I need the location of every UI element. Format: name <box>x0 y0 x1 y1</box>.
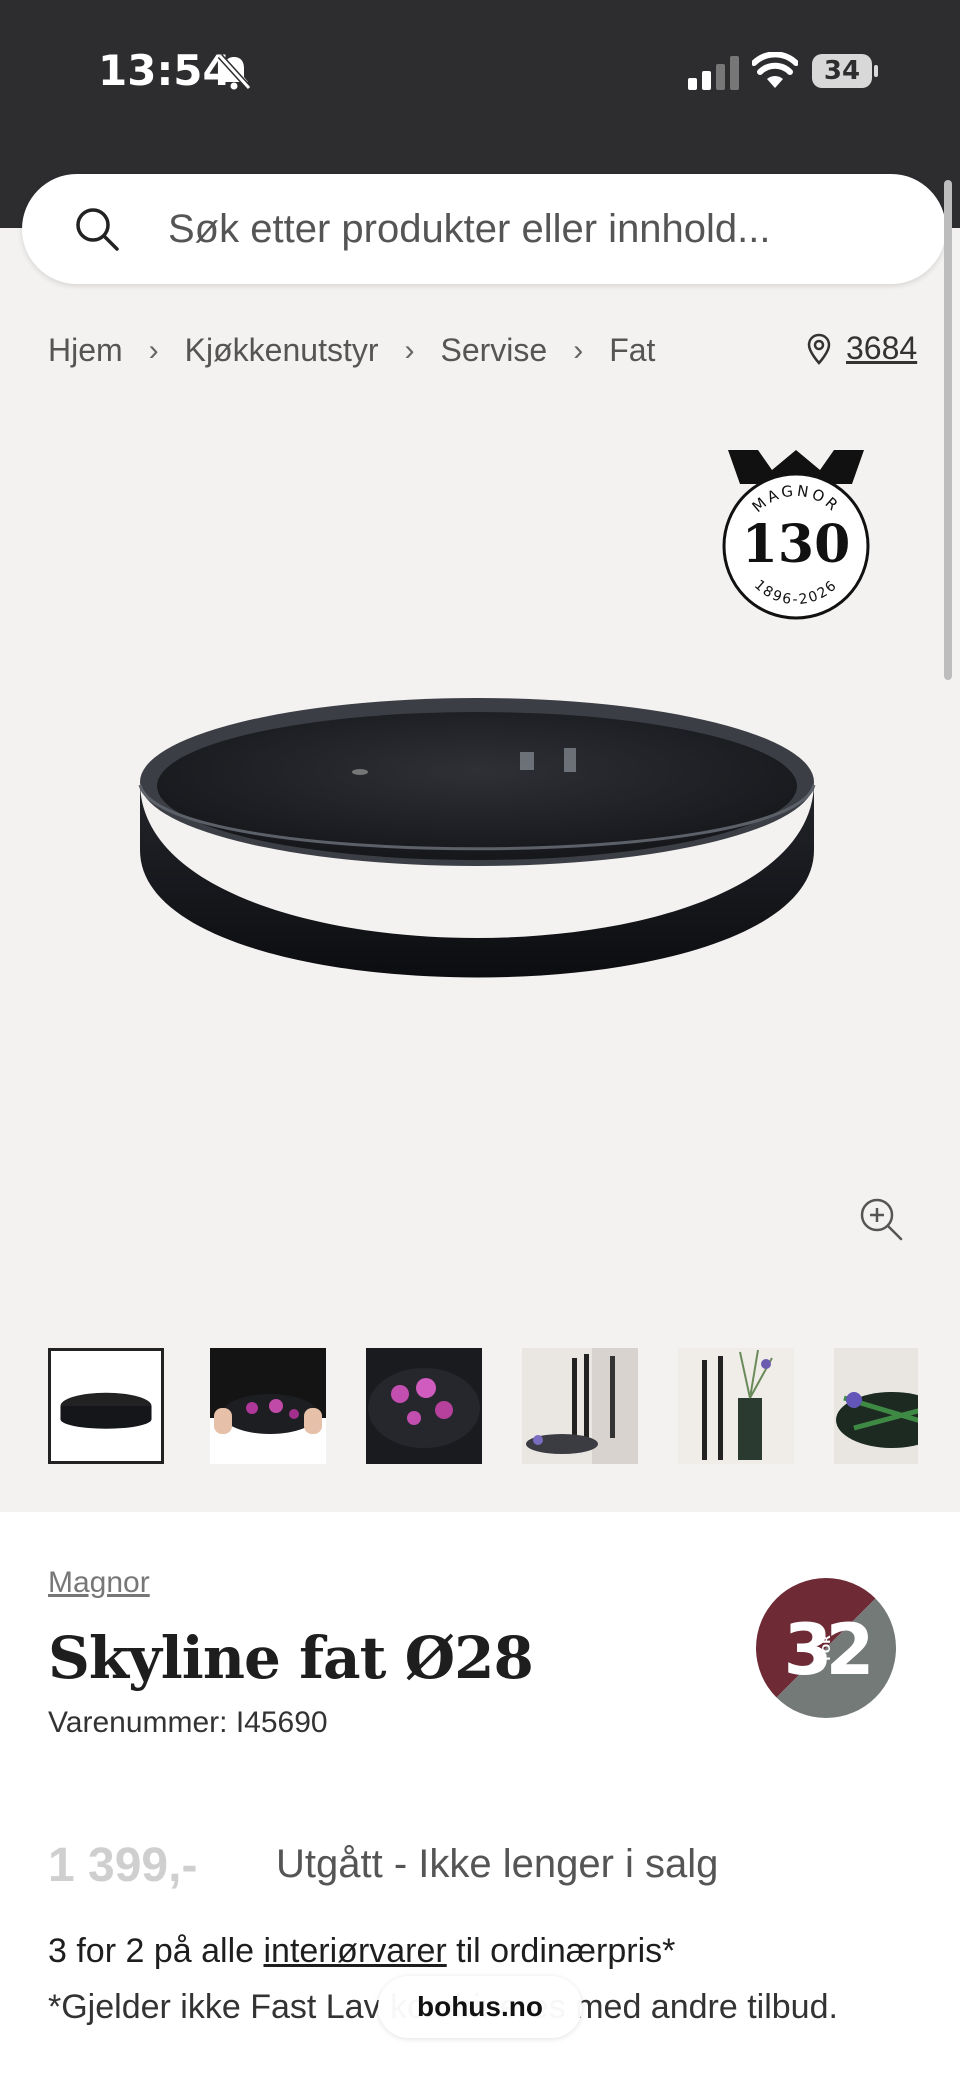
search-icon[interactable] <box>74 206 120 252</box>
thumbnail-image[interactable] <box>366 1348 482 1464</box>
breadcrumb-current[interactable]: Fat <box>609 332 655 369</box>
availability-status: Utgått - Ikke lenger i salg <box>276 1842 719 1886</box>
3-for-2-badge: 3 FOR 2 <box>756 1578 896 1718</box>
battery-level: 34 <box>823 56 861 86</box>
offer-text-post: til ordinærpris* <box>446 1932 676 1970</box>
location-pin-icon <box>807 333 831 365</box>
zoom-in-icon[interactable] <box>858 1196 904 1242</box>
thumbnail-image[interactable] <box>834 1348 918 1464</box>
product-price: 1 399,- <box>48 1839 198 1892</box>
cellular-signal-icon <box>688 56 739 90</box>
page-scrollbar[interactable] <box>944 180 952 680</box>
search-input[interactable] <box>168 194 888 264</box>
thumbnail-image[interactable] <box>210 1348 326 1464</box>
thumbnail-image[interactable] <box>678 1348 794 1464</box>
badge-right-number: 2 <box>826 1609 875 1691</box>
logo-number: 130 <box>742 514 851 575</box>
thumbnail-image[interactable] <box>48 1348 164 1464</box>
breadcrumb-home[interactable]: Hjem <box>48 332 123 369</box>
breadcrumb-tableware[interactable]: Servise <box>441 332 548 369</box>
breadcrumb: Hjem › Kjøkkenutstyr › Servise › Fat <box>48 332 655 369</box>
search-bar[interactable] <box>22 174 946 284</box>
store-number[interactable]: 3684 <box>846 330 917 367</box>
browser-url-pill[interactable]: bohus.no <box>378 1976 582 2038</box>
interior-products-link[interactable]: interiørvarer <box>263 1932 446 1970</box>
product-image-main[interactable] <box>132 690 822 1040</box>
chevron-right-icon: › <box>404 333 415 367</box>
thumbnail-image[interactable] <box>522 1348 638 1464</box>
wifi-icon <box>752 52 798 88</box>
product-title: Skyline fat Ø28 <box>48 1624 534 1692</box>
chevron-right-icon: › <box>148 333 159 367</box>
bell-muted-icon <box>217 53 252 91</box>
offer-headline: 3 for 2 på alle interiørvarer til ordinæ… <box>48 1932 675 1971</box>
battery-indicator: 34 <box>812 54 878 88</box>
brand-link[interactable]: Magnor <box>48 1566 150 1600</box>
product-sku: Varenummer: I45690 <box>48 1706 328 1739</box>
status-time: 13:54 <box>98 46 232 95</box>
offer-text-pre: 3 for 2 på alle <box>48 1932 264 1970</box>
magnor-130-logo: MAGNOR 130 1896-2026 <box>722 450 870 620</box>
thumbnail-strip[interactable] <box>48 1348 918 1466</box>
chevron-right-icon: › <box>573 333 584 367</box>
breadcrumb-kitchen[interactable]: Kjøkkenutstyr <box>185 332 379 369</box>
store-selector[interactable]: 3684 <box>806 330 917 367</box>
